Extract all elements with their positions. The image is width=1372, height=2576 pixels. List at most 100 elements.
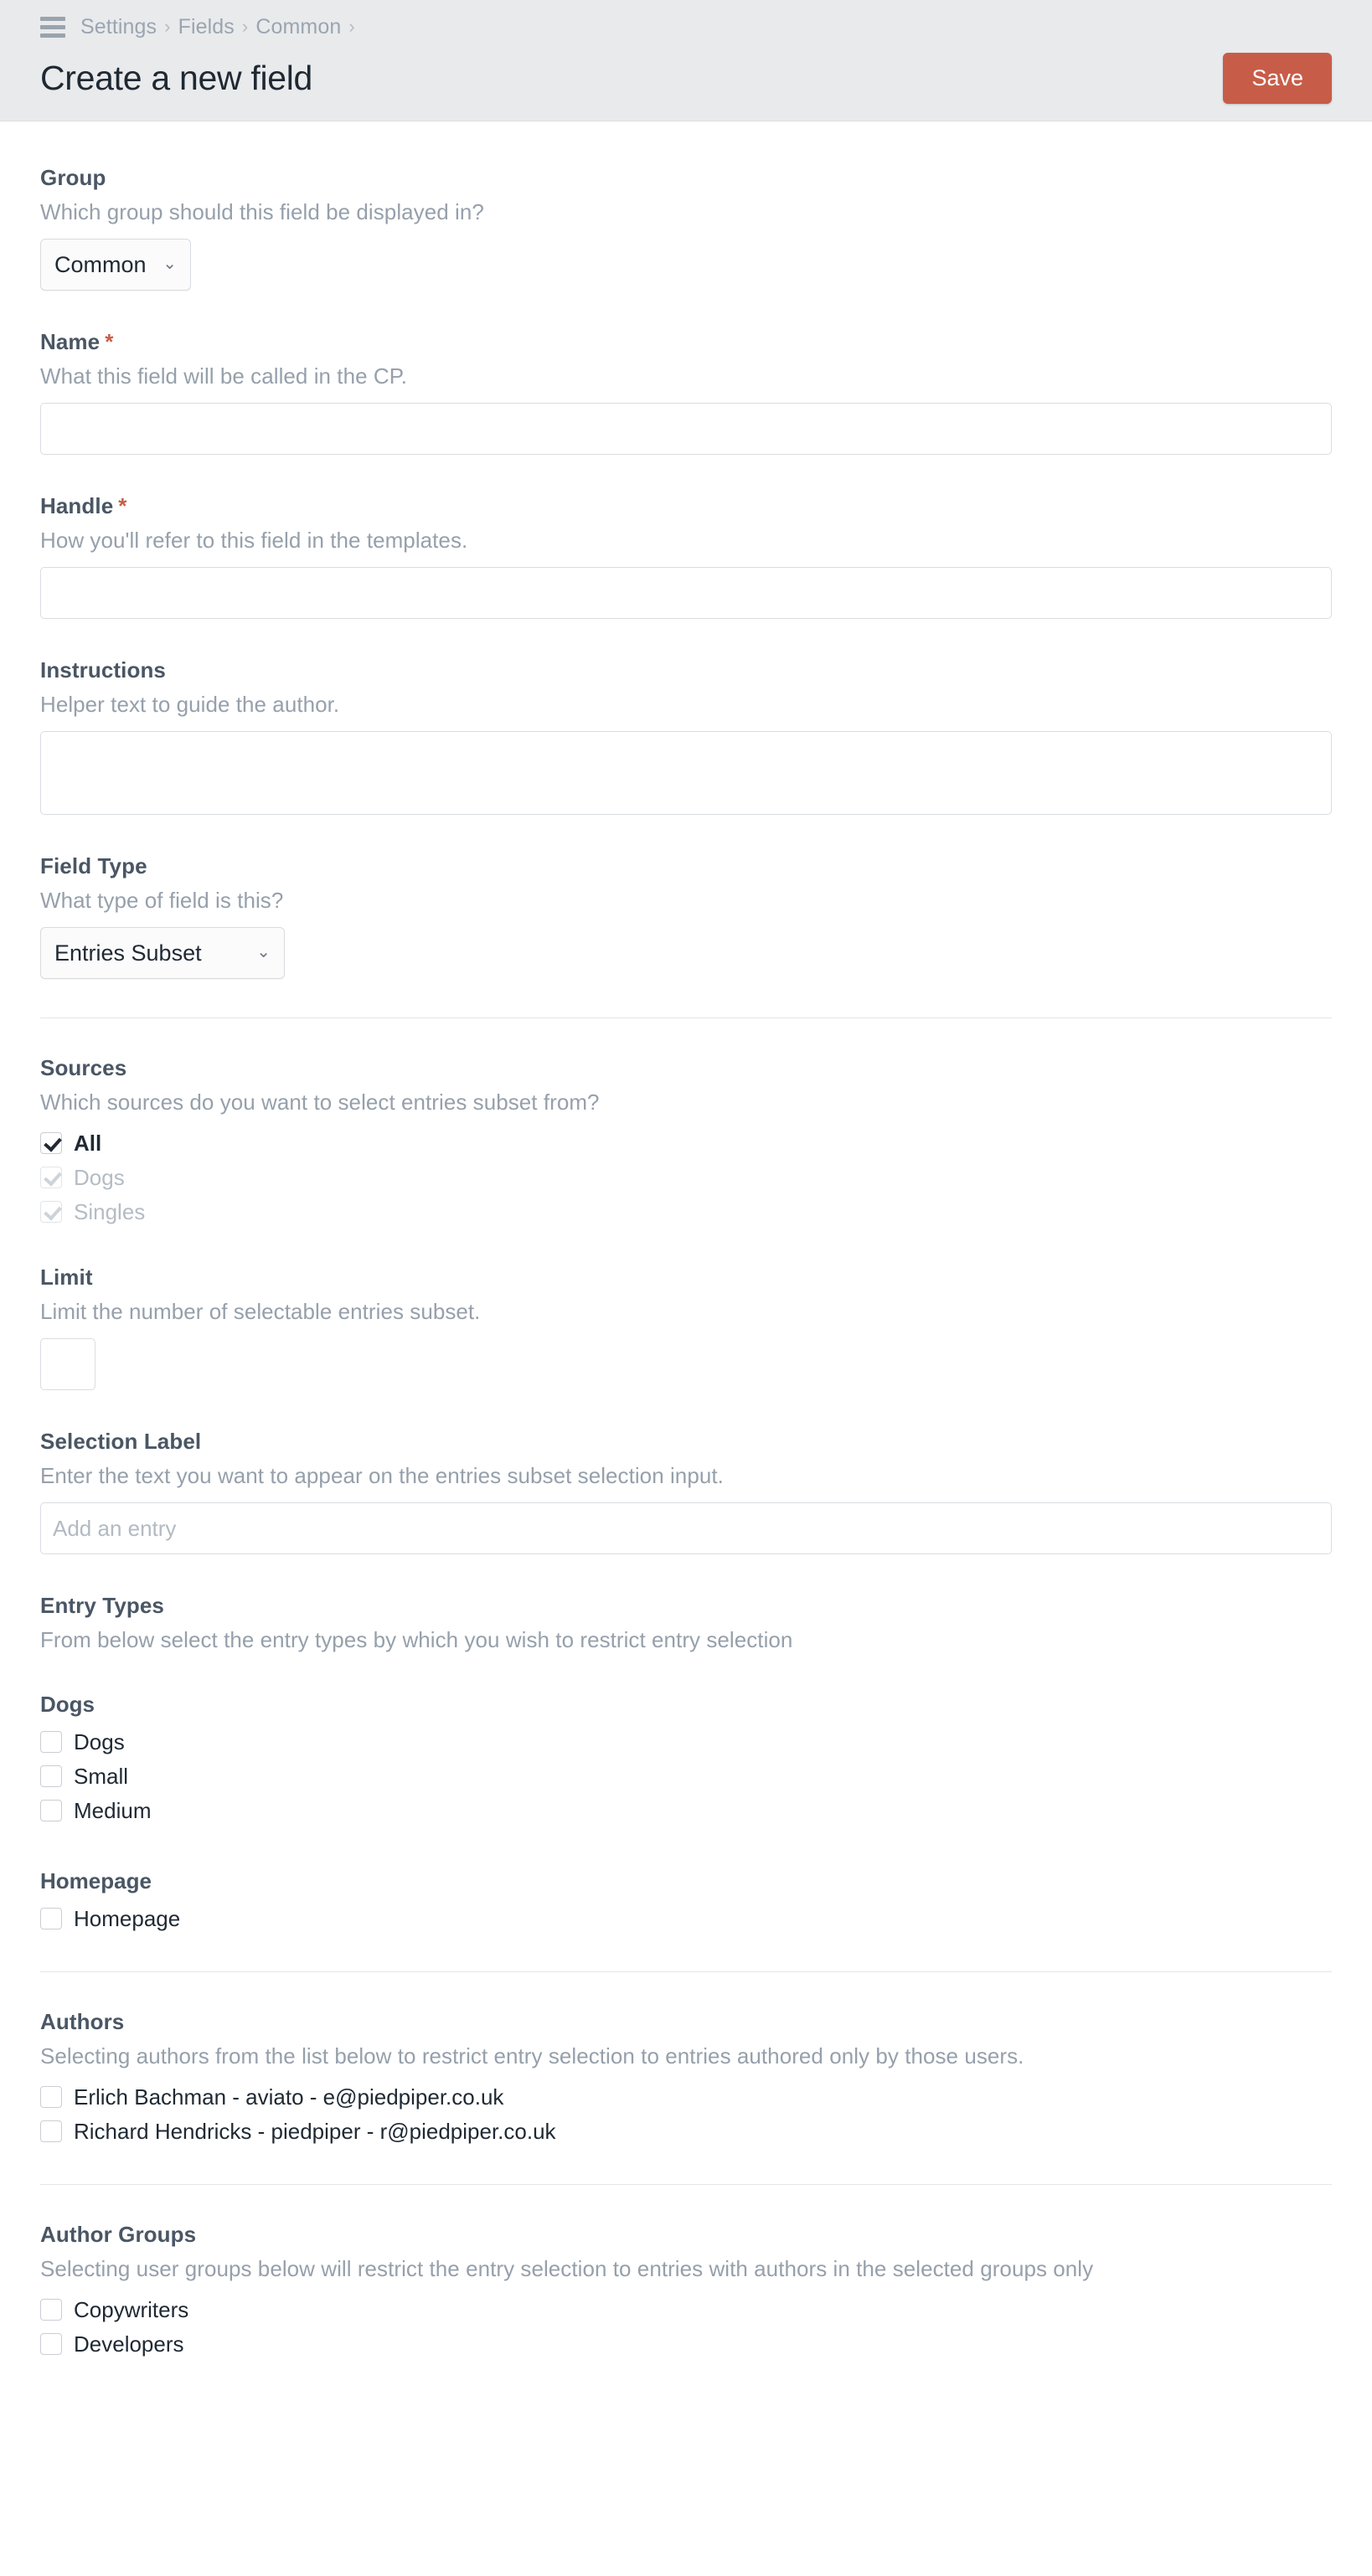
field-authors: Authors Selecting authors from the list … (40, 2009, 1332, 2146)
instructions-help: Helper text to guide the author. (40, 692, 340, 717)
required-marker: * (118, 493, 127, 518)
entry-type-option-label: Medium (74, 1797, 152, 1823)
field-instructions: Instructions Helper text to guide the au… (40, 657, 1332, 815)
group-select[interactable]: Common ⌄ (40, 239, 191, 291)
entry-type-option-label: Dogs (74, 1728, 125, 1754)
checkbox-icon[interactable] (40, 1765, 62, 1787)
breadcrumb-separator: › (164, 16, 171, 37)
name-label: Name * (40, 329, 1332, 355)
hamburger-bar (40, 16, 65, 21)
field-limit: Limit Limit the number of selectable ent… (40, 1265, 1332, 1390)
authors-label: Authors (40, 2009, 125, 2034)
sources-option-dogs: Dogs (40, 1163, 1332, 1192)
entry-type-group-title: Homepage (40, 1868, 152, 1893)
author-option-erlich-bachman[interactable]: Erlich Bachman - aviato - e@piedpiper.co… (40, 2083, 1332, 2111)
limit-instructions: Limit the number of selectable entries s… (40, 1299, 481, 1324)
handle-input[interactable] (40, 567, 1332, 619)
checkbox-checked-icon[interactable] (40, 1132, 62, 1154)
hamburger-icon[interactable] (40, 16, 65, 38)
author-group-option-developers[interactable]: Developers (40, 2330, 1332, 2358)
breadcrumb-separator: › (241, 16, 249, 37)
sources-option-label: Singles (74, 1198, 146, 1224)
breadcrumb-item-common[interactable]: Common (255, 15, 341, 39)
entry-types-label: Entry Types (40, 1593, 164, 1618)
handle-label-text: Handle (40, 493, 114, 518)
group-select-value: Common (54, 251, 147, 277)
instructions-label: Instructions (40, 657, 166, 683)
author-group-option-label: Developers (74, 2331, 184, 2357)
field-name: Name * What this field will be called in … (40, 329, 1332, 455)
checkbox-icon[interactable] (40, 2299, 62, 2321)
author-option-richard-hendricks[interactable]: Richard Hendricks - piedpiper - r@piedpi… (40, 2117, 1332, 2146)
field-selection-label: Selection Label Enter the text you want … (40, 1429, 1332, 1554)
breadcrumb-row: Settings › Fields › Common › (0, 0, 1372, 40)
entry-type-group-homepage: Homepage Homepage (40, 1868, 1332, 1933)
settings-form: Group Which group should this field be d… (0, 121, 1372, 2447)
selection-label-instructions: Enter the text you want to appear on the… (40, 1463, 724, 1488)
field-author-groups: Author Groups Selecting user groups belo… (40, 2222, 1332, 2358)
limit-input[interactable] (40, 1338, 95, 1390)
checkbox-icon[interactable] (40, 1800, 62, 1821)
breadcrumb-item-settings[interactable]: Settings (80, 15, 157, 39)
author-option-label: Erlich Bachman - aviato - e@piedpiper.co… (74, 2084, 504, 2110)
checkbox-icon[interactable] (40, 2120, 62, 2142)
entry-type-option-dogs[interactable]: Dogs (40, 1728, 1332, 1756)
author-group-option-copywriters[interactable]: Copywriters (40, 2295, 1332, 2324)
field-handle: Handle * How you'll refer to this field i… (40, 493, 1332, 619)
sources-label: Sources (40, 1055, 127, 1080)
hamburger-bar (40, 33, 65, 38)
group-instructions: Which group should this field be display… (40, 199, 484, 224)
field-type-select[interactable]: Entries Subset ⌄ (40, 927, 285, 979)
instructions-textarea[interactable] (40, 731, 1332, 815)
field-sources: Sources Which sources do you want to sel… (40, 1055, 1332, 1226)
breadcrumb-item-fields[interactable]: Fields (178, 15, 235, 39)
entry-type-option-small[interactable]: Small (40, 1762, 1332, 1790)
sources-option-all[interactable]: All (40, 1129, 1332, 1157)
entry-type-option-homepage[interactable]: Homepage (40, 1904, 1332, 1933)
save-button[interactable]: Save (1223, 52, 1332, 104)
breadcrumb: Settings › Fields › Common › (80, 15, 363, 39)
author-group-option-label: Copywriters (74, 2296, 189, 2322)
page-header: Settings › Fields › Common › Create a ne… (0, 0, 1372, 121)
entry-type-group-dogs: Dogs Dogs Small Medium (40, 1692, 1332, 1825)
sources-option-label: Dogs (74, 1164, 125, 1190)
handle-instructions: How you'll refer to this field in the te… (40, 528, 468, 553)
checkbox-icon[interactable] (40, 2333, 62, 2355)
name-input[interactable] (40, 403, 1332, 455)
entry-types-instructions: From below select the entry types by whi… (40, 1627, 793, 1652)
divider (40, 2184, 1332, 2185)
checkbox-icon[interactable] (40, 1731, 62, 1753)
checkbox-icon[interactable] (40, 1908, 62, 1929)
sources-instructions: Which sources do you want to select entr… (40, 1090, 600, 1115)
breadcrumb-separator: › (348, 16, 355, 37)
checkbox-checked-disabled-icon (40, 1201, 62, 1223)
author-groups-instructions: Selecting user groups below will restric… (40, 2256, 1094, 2281)
chevron-down-icon: ⌄ (162, 255, 177, 273)
title-row: Create a new field Save (0, 40, 1372, 116)
checkbox-icon[interactable] (40, 2086, 62, 2108)
field-type-instructions: What type of field is this? (40, 888, 284, 913)
selection-label-label: Selection Label (40, 1429, 202, 1454)
chevron-down-icon: ⌄ (256, 943, 271, 961)
sources-option-singles: Singles (40, 1198, 1332, 1226)
divider (40, 1971, 1332, 1972)
author-option-label: Richard Hendricks - piedpiper - r@piedpi… (74, 2118, 556, 2144)
entry-type-option-medium[interactable]: Medium (40, 1796, 1332, 1825)
field-type-select-value: Entries Subset (54, 940, 202, 966)
field-type-label: Field Type (40, 853, 147, 878)
hamburger-bar (40, 24, 65, 29)
required-marker: * (105, 329, 114, 354)
checkbox-checked-disabled-icon (40, 1167, 62, 1188)
sources-option-label: All (74, 1130, 102, 1156)
entry-type-option-label: Small (74, 1763, 129, 1789)
selection-label-input[interactable] (40, 1502, 1332, 1554)
page-title: Create a new field (40, 58, 313, 97)
name-instructions: What this field will be called in the CP… (40, 363, 408, 389)
group-label: Group (40, 165, 106, 190)
entry-type-group-title: Dogs (40, 1692, 95, 1717)
name-label-text: Name (40, 329, 101, 354)
entry-type-option-label: Homepage (74, 1905, 181, 1931)
field-group: Group Which group should this field be d… (40, 165, 1332, 291)
